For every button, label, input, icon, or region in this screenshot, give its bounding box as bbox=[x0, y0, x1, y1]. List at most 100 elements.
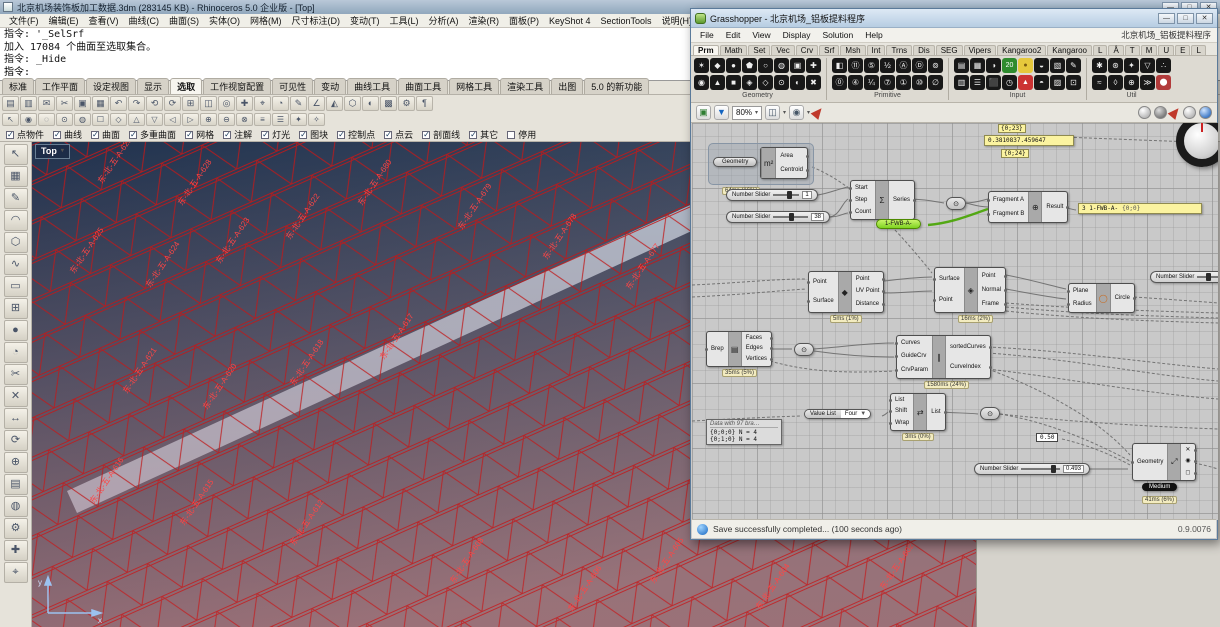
component-icon[interactable]: ▤ bbox=[954, 58, 969, 73]
component-icon[interactable]: ⑤ bbox=[864, 58, 879, 73]
filter-checkbox-点物件[interactable]: 点物件 bbox=[6, 128, 44, 141]
left-tool-icon[interactable]: ✂ bbox=[4, 364, 28, 385]
save-file-icon[interactable]: ▼ bbox=[714, 105, 729, 120]
checkbox-icon[interactable] bbox=[185, 131, 193, 139]
left-tool-icon[interactable]: ▦ bbox=[4, 166, 28, 187]
node-relay-2[interactable]: ⊙ bbox=[794, 343, 814, 356]
gh-port-in[interactable]: Point bbox=[939, 296, 960, 305]
gh-port-in[interactable]: Surface bbox=[813, 297, 834, 306]
left-tool-icon[interactable]: ◠ bbox=[4, 210, 28, 231]
component-icon[interactable]: ○ bbox=[758, 58, 773, 73]
component-icon[interactable]: ◇ bbox=[758, 75, 773, 90]
filter-checkbox-注解[interactable]: 注解 bbox=[223, 128, 252, 141]
component-tab[interactable]: Kangaroo bbox=[1047, 45, 1092, 55]
preview-wire-icon[interactable] bbox=[1154, 106, 1167, 119]
component-tab[interactable]: Math bbox=[720, 45, 748, 55]
checkbox-icon[interactable] bbox=[129, 131, 137, 139]
gh-port-in[interactable]: Point bbox=[813, 278, 834, 287]
toolbar-icon[interactable]: ▩ bbox=[380, 96, 397, 111]
grasshopper-menu-item[interactable]: Solution bbox=[817, 30, 860, 40]
component-icon[interactable]: ✖ bbox=[806, 75, 821, 90]
toolbar-icon[interactable]: ⊕ bbox=[200, 113, 217, 126]
toolbar-icon[interactable]: ◌ bbox=[38, 113, 55, 126]
node-circle[interactable]: Plane Radius ◯ Circle bbox=[1068, 283, 1135, 313]
gh-port-out[interactable]: sortedCurves bbox=[950, 343, 986, 352]
filter-checkbox-剖面线[interactable]: 剖面线 bbox=[422, 128, 460, 141]
component-icon[interactable]: ◷ bbox=[1002, 75, 1017, 90]
left-tool-icon[interactable]: ▤ bbox=[4, 474, 28, 495]
component-tab[interactable]: Crv bbox=[796, 45, 818, 55]
component-icon[interactable]: ◊ bbox=[1108, 75, 1123, 90]
grasshopper-titlebar[interactable]: Grasshopper - 北京机场_铝板提料程序 — □ ✕ bbox=[691, 9, 1217, 28]
node-data-panel[interactable]: Data with 97 bra… {0;0;0} N = 4 {0;1;0} … bbox=[706, 419, 782, 445]
gh-port-out[interactable]: Frame bbox=[982, 300, 1001, 309]
component-icon[interactable]: ◧ bbox=[832, 58, 847, 73]
gh-port-out[interactable]: Vertices bbox=[746, 355, 767, 364]
filter-checkbox-停用[interactable]: 停用 bbox=[507, 128, 536, 141]
toolbar-icon[interactable]: ⬡ bbox=[344, 96, 361, 111]
node-number-slider-tr[interactable]: Number Slider bbox=[1150, 271, 1218, 283]
node-value-list[interactable]: Value List Four ▼ bbox=[804, 409, 871, 419]
component-tab[interactable]: Kangaroo2 bbox=[997, 45, 1046, 55]
component-icon[interactable]: ∴ bbox=[1156, 58, 1171, 73]
node-concatenate[interactable]: Fragment A Fragment B ⊕ Result bbox=[988, 191, 1068, 223]
component-tab[interactable]: Vec bbox=[771, 45, 794, 55]
gh-port-in[interactable]: Plane bbox=[1073, 287, 1092, 296]
toolbar-icon[interactable]: ✎ bbox=[290, 96, 307, 111]
grasshopper-menu-item[interactable]: Display bbox=[777, 30, 817, 40]
component-icon[interactable]: ⑩ bbox=[912, 75, 927, 90]
component-icon[interactable]: ◉ bbox=[694, 75, 709, 90]
toolbar-icon[interactable]: ↶ bbox=[110, 96, 127, 111]
toolbar-icon[interactable]: ¶ bbox=[416, 96, 433, 111]
component-icon[interactable]: ⬤ bbox=[1156, 75, 1171, 90]
component-icon[interactable]: ■ bbox=[726, 75, 741, 90]
filter-checkbox-点云[interactable]: 点云 bbox=[384, 128, 413, 141]
gh-port-out[interactable]: Centroid bbox=[780, 166, 803, 175]
checkbox-icon[interactable] bbox=[469, 131, 477, 139]
grasshopper-window[interactable]: Grasshopper - 北京机场_铝板提料程序 — □ ✕ FileEdit… bbox=[690, 8, 1218, 540]
preview-eye-icon[interactable]: ◉ bbox=[789, 105, 804, 120]
toolbar-tab[interactable]: 曲面工具 bbox=[398, 78, 448, 94]
filter-checkbox-控制点[interactable]: 控制点 bbox=[337, 128, 375, 141]
component-tab[interactable]: L bbox=[1191, 45, 1205, 55]
component-icon[interactable]: ◒ bbox=[1034, 58, 1049, 73]
left-tool-icon[interactable]: ⊞ bbox=[4, 298, 28, 319]
toolbar-tab[interactable]: 设定视图 bbox=[86, 78, 136, 94]
checkbox-icon[interactable] bbox=[507, 131, 515, 139]
component-icon[interactable]: ½ bbox=[880, 58, 895, 73]
component-icon[interactable]: ✚ bbox=[806, 58, 821, 73]
toolbar-icon[interactable]: ◎ bbox=[218, 96, 235, 111]
toolbar-icon[interactable]: ▷ bbox=[182, 113, 199, 126]
rhino-menu-item[interactable]: 渲染(R) bbox=[464, 14, 505, 27]
component-icon[interactable]: ▽ bbox=[1140, 58, 1155, 73]
gh-port-out[interactable]: ◻ bbox=[1185, 469, 1190, 478]
preview-shaded-icon[interactable] bbox=[1138, 106, 1151, 119]
node-evaluate-surface[interactable]: Surface Point ◈ Point Normal Frame bbox=[934, 267, 1006, 313]
component-icon[interactable]: ⊕ bbox=[1124, 75, 1139, 90]
toolbar-icon[interactable]: ◭ bbox=[326, 96, 343, 111]
sketch-brush-icon[interactable] bbox=[811, 105, 826, 120]
checkbox-icon[interactable] bbox=[384, 131, 392, 139]
grasshopper-menu-item[interactable]: File bbox=[694, 30, 720, 40]
slider-groove[interactable] bbox=[1197, 276, 1218, 278]
slider-groove[interactable] bbox=[773, 194, 799, 196]
toolbar-tab[interactable]: 渲染工具 bbox=[500, 78, 550, 94]
checkbox-icon[interactable] bbox=[223, 131, 231, 139]
left-tool-icon[interactable]: ∿ bbox=[4, 254, 28, 275]
toolbar-icon[interactable]: ✂ bbox=[56, 96, 73, 111]
toolbar-icon[interactable]: ☰ bbox=[272, 113, 289, 126]
checkbox-icon[interactable] bbox=[299, 131, 307, 139]
toolbar-icon[interactable]: ◉ bbox=[20, 113, 37, 126]
toolbar-icon[interactable]: ▥ bbox=[20, 96, 37, 111]
toolbar-icon[interactable]: ⚙ bbox=[398, 96, 415, 111]
rhino-menu-item[interactable]: 尺寸标注(D) bbox=[287, 14, 346, 27]
component-icon[interactable]: ☰ bbox=[970, 75, 985, 90]
component-tab[interactable]: E bbox=[1175, 45, 1190, 55]
component-tab[interactable]: Msh bbox=[840, 45, 865, 55]
component-icon[interactable]: ≫ bbox=[1140, 75, 1155, 90]
material-ball-icon[interactable] bbox=[1183, 106, 1196, 119]
component-tab[interactable]: Prm bbox=[693, 45, 719, 55]
component-icon[interactable]: ⬟ bbox=[742, 58, 757, 73]
gh-port-out[interactable]: ◉ bbox=[1185, 457, 1190, 466]
component-tab[interactable]: Vipers bbox=[964, 45, 997, 55]
